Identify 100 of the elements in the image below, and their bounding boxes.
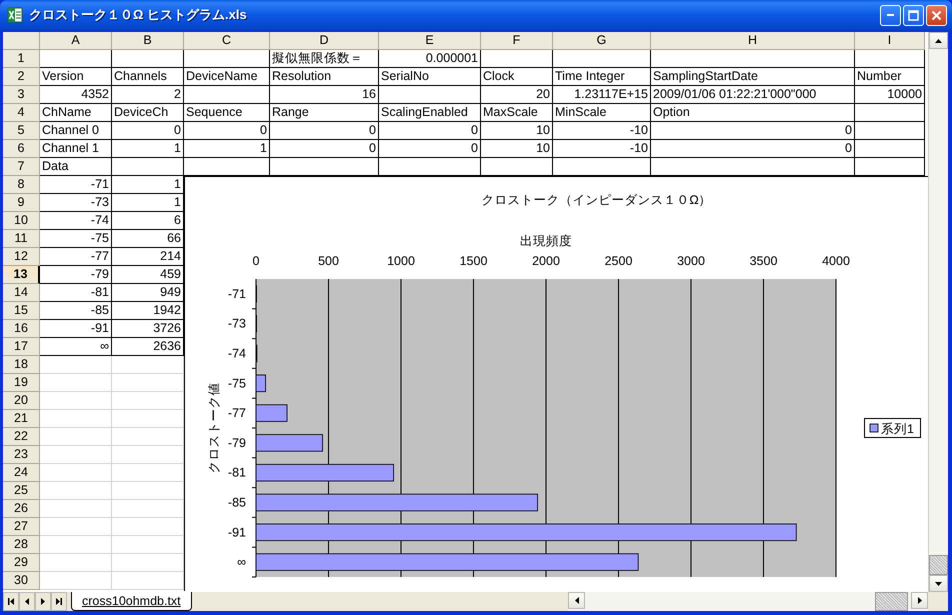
tick-label: 2000 bbox=[532, 254, 560, 268]
row-header[interactable]: 11 bbox=[3, 230, 40, 248]
caret-right-icon bbox=[918, 597, 922, 604]
table-cell: 擬似無限係数＝ bbox=[270, 50, 379, 68]
scrollbar-thumb[interactable] bbox=[875, 592, 908, 611]
table-cell: 0 bbox=[270, 140, 379, 158]
row-header[interactable]: 1 bbox=[3, 50, 40, 68]
column-header[interactable]: E bbox=[379, 32, 481, 50]
column-header[interactable]: G bbox=[553, 32, 651, 50]
tick-label: 500 bbox=[318, 254, 339, 268]
column-header[interactable]: D bbox=[270, 32, 379, 50]
table-cell: 4352 bbox=[40, 86, 112, 104]
table-cell bbox=[481, 50, 553, 68]
row-header[interactable]: 14 bbox=[3, 284, 40, 302]
column-header[interactable]: B bbox=[112, 32, 184, 50]
table-cell: -91 bbox=[40, 320, 112, 338]
table-cell: ScalingEnabled bbox=[379, 104, 481, 122]
caret-right-icon bbox=[40, 598, 46, 605]
row-header[interactable]: 20 bbox=[3, 392, 40, 410]
row-header[interactable]: 21 bbox=[3, 410, 40, 428]
row-header[interactable]: 24 bbox=[3, 464, 40, 482]
previous-sheet-button[interactable] bbox=[19, 592, 35, 611]
last-sheet-button[interactable] bbox=[51, 592, 67, 611]
close-icon bbox=[931, 10, 942, 20]
row-header[interactable]: 19 bbox=[3, 374, 40, 392]
scroll-up-button[interactable] bbox=[929, 32, 948, 49]
row-header[interactable]: 29 bbox=[3, 554, 40, 572]
next-sheet-button[interactable] bbox=[35, 592, 51, 611]
table-cell: DeviceName bbox=[184, 68, 270, 86]
row-header[interactable]: 26 bbox=[3, 500, 40, 518]
row-header[interactable]: 8 bbox=[3, 176, 40, 194]
row-header[interactable]: 9 bbox=[3, 194, 40, 212]
caret-left-icon bbox=[24, 598, 30, 605]
scroll-left-button[interactable] bbox=[568, 592, 585, 609]
column-header[interactable]: A bbox=[40, 32, 112, 50]
row-header[interactable]: 13 bbox=[3, 266, 40, 284]
table-cell bbox=[40, 374, 112, 392]
row-header[interactable]: 12 bbox=[3, 248, 40, 266]
scrollbar[interactable] bbox=[928, 32, 948, 592]
table-cell bbox=[855, 122, 925, 140]
row-header[interactable]: 28 bbox=[3, 536, 40, 554]
row-header[interactable]: 30 bbox=[3, 572, 40, 590]
table-cell: 0 bbox=[651, 140, 855, 158]
table-cell bbox=[40, 464, 112, 482]
table-cell: 0 bbox=[379, 140, 481, 158]
table-cell: -71 bbox=[40, 176, 112, 194]
row-header[interactable]: 23 bbox=[3, 446, 40, 464]
table-cell: -10 bbox=[553, 122, 651, 140]
table-cell bbox=[40, 356, 112, 374]
table-cell: 1 bbox=[184, 140, 270, 158]
first-sheet-button[interactable] bbox=[3, 592, 19, 611]
tick-label: 0 bbox=[252, 254, 260, 268]
close-button[interactable] bbox=[926, 4, 947, 26]
scrollbar[interactable] bbox=[568, 592, 928, 611]
sheet-tab[interactable]: cross10ohmdb.txt bbox=[71, 592, 192, 611]
row-header[interactable]: 16 bbox=[3, 320, 40, 338]
tick-label: -79 bbox=[228, 436, 246, 450]
table-cell: Sequence bbox=[184, 104, 270, 122]
scroll-down-button[interactable] bbox=[929, 575, 948, 592]
table-cell: 0 bbox=[379, 122, 481, 140]
column-header[interactable]: H bbox=[651, 32, 855, 50]
table-cell: Resolution bbox=[270, 68, 379, 86]
row-header[interactable]: 27 bbox=[3, 518, 40, 536]
table-cell: Channels bbox=[112, 68, 184, 86]
tick-label: -73 bbox=[228, 316, 246, 331]
row-header[interactable]: 15 bbox=[3, 302, 40, 320]
minimize-button[interactable] bbox=[880, 4, 901, 26]
table-cell: 0 bbox=[270, 122, 379, 140]
legend-label: 系列1 bbox=[881, 422, 914, 436]
row-header[interactable]: 7 bbox=[3, 158, 40, 176]
row-header[interactable]: 4 bbox=[3, 104, 40, 122]
column-header[interactable]: F bbox=[481, 32, 553, 50]
table-cell: 2 bbox=[112, 86, 184, 104]
axis-title: クロストーク値 bbox=[207, 382, 221, 474]
column-header[interactable]: I bbox=[855, 32, 925, 50]
scroll-right-button[interactable] bbox=[911, 592, 928, 609]
row-header[interactable]: 2 bbox=[3, 68, 40, 86]
scrollbar-thumb[interactable] bbox=[929, 555, 948, 575]
row-header[interactable]: 17 bbox=[3, 338, 40, 356]
table-cell bbox=[40, 428, 112, 446]
row-header[interactable]: 18 bbox=[3, 356, 40, 374]
table-cell: -75 bbox=[40, 230, 112, 248]
table-cell: Channel 1 bbox=[40, 140, 112, 158]
row-header[interactable]: 25 bbox=[3, 482, 40, 500]
row-header[interactable]: 6 bbox=[3, 140, 40, 158]
tick-label: 1500 bbox=[460, 254, 488, 268]
table-cell: -10 bbox=[553, 140, 651, 158]
row-header[interactable]: 10 bbox=[3, 212, 40, 230]
tick-label: -85 bbox=[228, 496, 246, 510]
table-cell: ChName bbox=[40, 104, 112, 122]
table-cell: -73 bbox=[40, 194, 112, 212]
row-header[interactable]: 3 bbox=[3, 86, 40, 104]
maximize-icon bbox=[908, 10, 919, 20]
row-header[interactable]: 22 bbox=[3, 428, 40, 446]
row-header[interactable]: 5 bbox=[3, 122, 40, 140]
tick-label: 1000 bbox=[387, 254, 415, 268]
tick-label: -75 bbox=[228, 376, 246, 390]
maximize-button[interactable] bbox=[903, 4, 924, 26]
column-header[interactable]: C bbox=[184, 32, 270, 50]
table-cell: 0 bbox=[112, 122, 184, 140]
